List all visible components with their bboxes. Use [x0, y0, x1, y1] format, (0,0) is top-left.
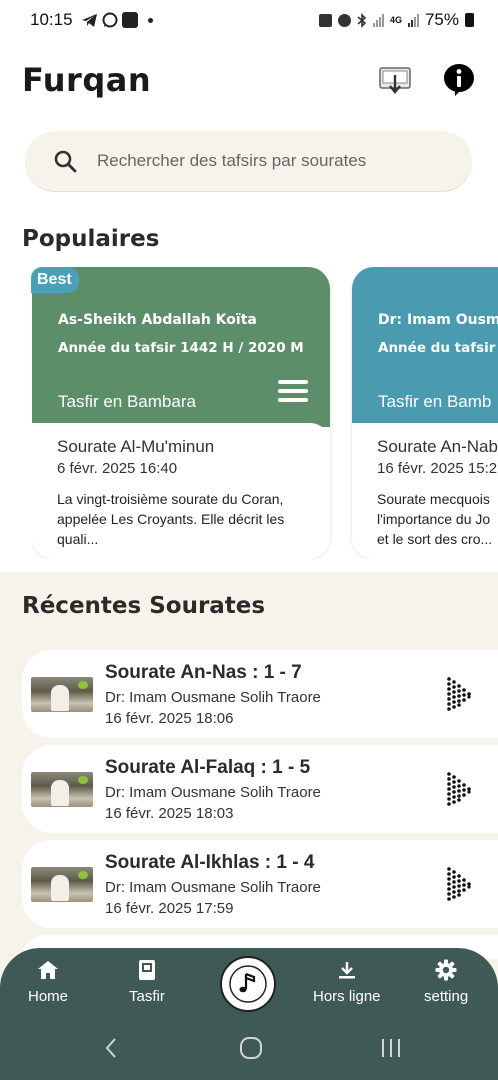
nav-offline-label: Hors ligne [313, 988, 381, 1005]
recent-scholar: Dr: Imam Ousmane Solih Traore [105, 878, 321, 896]
app-title: Furqan [22, 61, 152, 99]
nav-tasfir-label: Tasfir [129, 988, 165, 1005]
card-description: Sourate mecquois l'importance du Jo et l… [377, 491, 493, 547]
recent-title: Sourate Al-Falaq : 1 - 5 [105, 756, 311, 778]
popular-section-title: Populaires [22, 226, 160, 252]
card-description: La vingt-troisième sourate du Coran, app… [57, 491, 285, 547]
home-icon [37, 958, 59, 982]
scholar-thumbnail [31, 866, 93, 902]
info-icon [444, 64, 474, 96]
list-item[interactable]: Sourate Al-Ikhlas : 1 - 4 Dr: Imam Ousma… [22, 840, 498, 928]
nav-setting-label: setting [424, 988, 469, 1005]
card-language: Tasfir en Bamb [378, 392, 492, 411]
nav-home-label: Home [28, 988, 69, 1005]
search-bar[interactable] [25, 131, 472, 191]
card-header: Dr: Imam Ousm Année du tafsir 2 Tasfir e… [352, 267, 498, 427]
status-right: 4G 75% [318, 10, 474, 30]
nav-setting[interactable]: setting [424, 958, 468, 1005]
download-box-icon [379, 67, 411, 94]
card-body: Sourate Al-Mu'minun 6 févr. 2025 16:40 L… [32, 423, 330, 559]
signal-icon-2 [407, 13, 419, 27]
header-actions [378, 63, 476, 97]
gear-icon [435, 958, 457, 982]
play-icon[interactable] [446, 676, 472, 714]
battery-percent: 75% [424, 10, 459, 29]
whatsapp-icon [102, 12, 118, 28]
lock-icon [318, 13, 332, 27]
card-surah: Sourate Al-Mu'minun [57, 437, 215, 456]
search-input[interactable] [97, 151, 437, 171]
popular-card[interactable]: As-Sheikh Abdallah Koïta Année du tafsir… [32, 267, 330, 559]
scholar-thumbnail [31, 771, 93, 807]
player-button[interactable] [220, 956, 276, 1012]
list-item[interactable]: Sourate Al-Falaq : 1 - 5 Dr: Imam Ousman… [22, 745, 498, 833]
recent-date: 16 févr. 2025 18:06 [105, 709, 234, 727]
recent-date: 16 févr. 2025 18:03 [105, 804, 234, 822]
play-icon[interactable] [446, 771, 472, 809]
card-body: Sourate An-Nab 16 févr. 2025 15:2 Sourat… [352, 423, 498, 559]
app-header: Furqan [22, 55, 476, 105]
recents-icon[interactable] [380, 1036, 402, 1060]
card-year: Année du tafsir 1442 H / 2020 M [58, 340, 304, 356]
play-icon[interactable] [446, 866, 472, 904]
hamburger-menu-icon[interactable] [278, 380, 308, 407]
recent-title: Sourate An-Nas : 1 - 7 [105, 661, 302, 683]
network-type: 4G [389, 15, 402, 25]
recent-section-title: Récentes Sourates [22, 593, 266, 619]
home-button-icon[interactable] [239, 1036, 263, 1060]
nav-home[interactable]: Home [28, 958, 68, 1005]
card-scholar: Dr: Imam Ousm [378, 312, 498, 328]
recent-title: Sourate Al-Ikhlas : 1 - 4 [105, 851, 315, 873]
popular-carousel[interactable]: As-Sheikh Abdallah Koïta Année du tafsir… [32, 267, 498, 559]
system-nav-bar [0, 1018, 498, 1080]
alarm-icon [337, 13, 351, 27]
nav-tasfir[interactable]: Tasfir [129, 958, 165, 1005]
card-date: 6 févr. 2025 16:40 [57, 460, 178, 477]
bluetooth-icon [357, 12, 367, 28]
more-notifications-dot [147, 17, 153, 23]
card-date: 16 févr. 2025 15:2 [377, 460, 498, 477]
back-icon[interactable] [103, 1036, 119, 1060]
list-item[interactable]: Sourate An-Nas : 1 - 7 Dr: Imam Ousmane … [22, 650, 498, 738]
book-icon [137, 958, 157, 982]
notification-icons [81, 12, 153, 28]
popular-card[interactable]: Dr: Imam Ousm Année du tafsir 2 Tasfir e… [352, 267, 498, 559]
download-icon [337, 958, 357, 982]
card-scholar: As-Sheikh Abdallah Koïta [58, 312, 257, 328]
card-language: Tasfir en Bambara [58, 392, 196, 411]
card-header: As-Sheikh Abdallah Koïta Année du tafsir… [32, 267, 330, 427]
download-box-button[interactable] [378, 63, 412, 97]
search-icon [54, 150, 77, 173]
nav-offline[interactable]: Hors ligne [313, 958, 381, 1005]
recent-scholar: Dr: Imam Ousmane Solih Traore [105, 688, 321, 706]
scholar-thumbnail [31, 676, 93, 712]
card-year: Année du tafsir 2 [378, 340, 498, 356]
linkedin-icon [121, 12, 138, 28]
recent-date: 16 févr. 2025 17:59 [105, 899, 234, 917]
recent-list: Sourate An-Nas : 1 - 7 Dr: Imam Ousmane … [22, 650, 498, 966]
status-time: 10:15 [30, 10, 73, 29]
best-badge: Best [31, 267, 79, 293]
battery-icon [465, 13, 474, 27]
status-bar: 10:15 4G 75% [0, 0, 498, 40]
info-button[interactable] [442, 63, 476, 97]
music-note-icon [229, 965, 267, 1003]
card-surah: Sourate An-Nab [377, 437, 498, 456]
recent-scholar: Dr: Imam Ousmane Solih Traore [105, 783, 321, 801]
telegram-icon [81, 13, 97, 27]
signal-icon [372, 13, 384, 27]
